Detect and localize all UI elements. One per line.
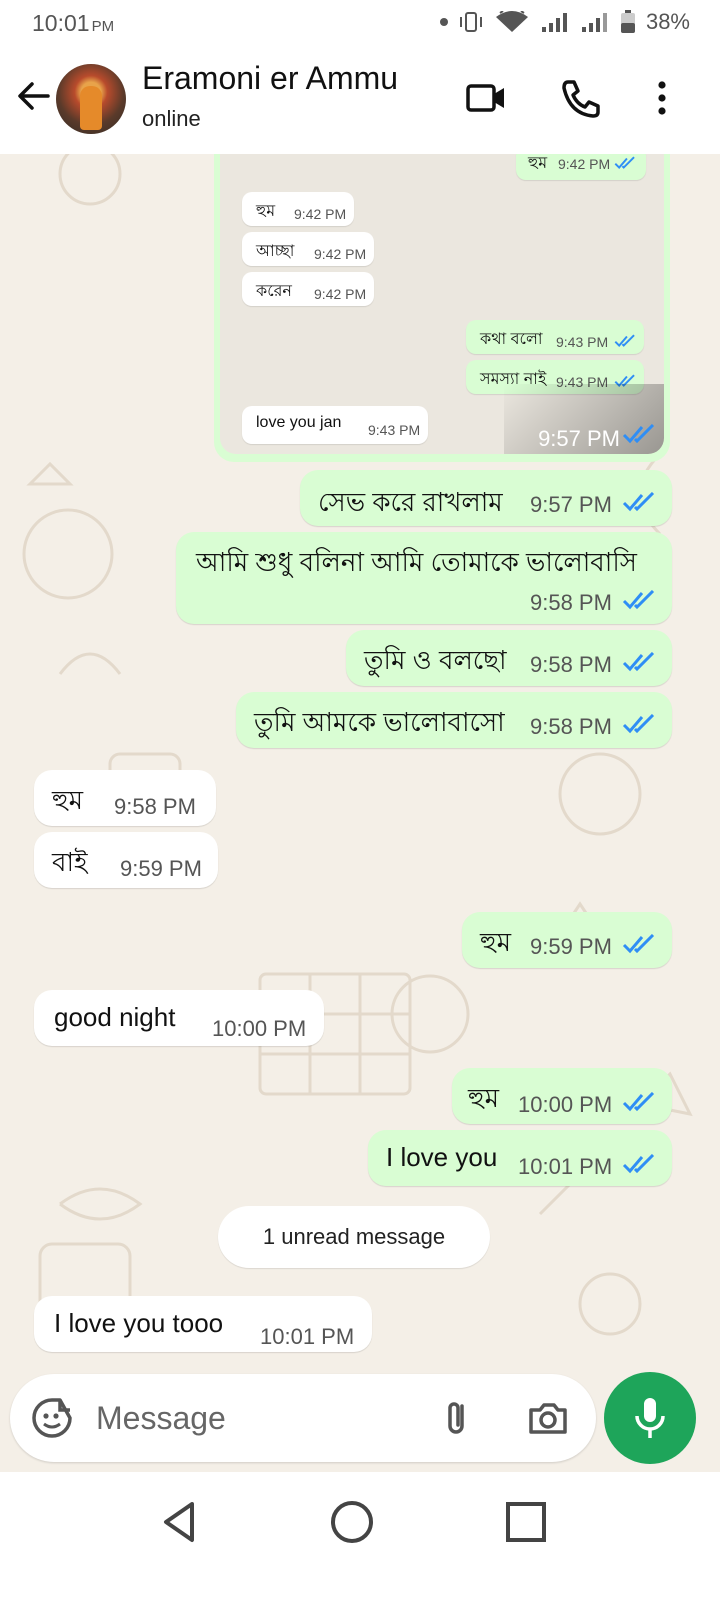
message-time: 9:57 PM <box>530 492 612 517</box>
message-bubble-outgoing[interactable]: সেভ করে রাখলাম 9:57 PM <box>300 470 672 526</box>
battery-icon <box>620 10 635 33</box>
mini-message: আচ্ছা 9:42 PM <box>242 232 374 266</box>
message-time: 9:58 PM <box>530 714 612 739</box>
read-tick-icon <box>622 934 655 954</box>
message-text: হুম <box>52 785 84 815</box>
message-text: আমি শুধু বলিনা আমি তোমাকে ভালোবাসি <box>196 547 637 577</box>
chat-header: Eramoni er Ammu online <box>0 46 720 154</box>
mini-message: কথা বলো 9:43 PM <box>466 320 644 354</box>
message-text: সেভ করে রাখলাম <box>318 487 503 517</box>
message-bubble-incoming[interactable]: I love you tooo 10:01 PM <box>34 1296 372 1352</box>
read-tick-icon <box>622 714 655 734</box>
message-bubble-outgoing[interactable]: তুমি ও বলছো 9:58 PM <box>346 630 672 686</box>
unread-messages-divider: 1 unread message <box>218 1206 490 1268</box>
message-bubble-outgoing[interactable]: আমি শুধু বলিনা আমি তোমাকে ভালোবাসি 9:58 … <box>176 532 672 624</box>
message-bubble-outgoing[interactable]: তুমি আমকে ভালোবাসো 9:58 PM <box>236 692 672 748</box>
chat-area[interactable]: হুম 9:42 PM হুম 9:42 PM আচ্ছা 9:42 PM কর… <box>0 154 720 1472</box>
message-input[interactable]: Message <box>96 1400 226 1437</box>
read-tick-icon <box>614 334 635 347</box>
read-tick-icon <box>622 652 655 672</box>
attach-icon[interactable] <box>434 1396 478 1440</box>
message-time: 10:00 PM <box>518 1092 613 1117</box>
status-bar: 10:01 PM 38% <box>0 0 720 46</box>
message-time: 10:00 PM <box>212 1016 307 1041</box>
signal-1-icon <box>541 13 567 32</box>
avatar[interactable] <box>56 64 126 134</box>
message-time: 9:59 PM <box>530 934 612 959</box>
mini-message: করেন 9:42 PM <box>242 272 374 306</box>
system-nav-bar <box>0 1472 720 1600</box>
read-tick-icon <box>622 424 655 444</box>
read-tick-icon <box>614 156 635 169</box>
video-call-icon[interactable] <box>464 76 508 120</box>
read-tick-icon <box>622 492 655 512</box>
camera-icon[interactable] <box>526 1396 570 1440</box>
message-time: 9:58 PM <box>114 794 196 819</box>
screenshot-content: হুম 9:42 PM হুম 9:42 PM আচ্ছা 9:42 PM কর… <box>220 154 664 454</box>
notification-dot-icon <box>439 18 448 26</box>
nav-back-icon[interactable] <box>152 1494 208 1550</box>
mini-message: হুম 9:42 PM <box>242 192 354 226</box>
sticker-icon[interactable] <box>30 1396 74 1440</box>
vibrate-icon <box>459 12 482 32</box>
nav-home-icon[interactable] <box>324 1494 380 1550</box>
battery-percent: 38% <box>645 9 690 34</box>
status-time: 10:01 PM <box>32 10 115 36</box>
message-bubble-outgoing[interactable]: I love you 10:01 PM <box>368 1130 672 1186</box>
message-time: 9:58 PM <box>530 652 612 677</box>
screenshot-sent-time: 9:57 PM <box>538 426 620 451</box>
message-time: 10:01 PM <box>518 1154 613 1179</box>
unread-label: 1 unread message <box>262 1224 446 1249</box>
message-bubble-incoming[interactable]: হুম 9:58 PM <box>34 770 216 826</box>
message-time: 9:58 PM <box>530 590 612 615</box>
contact-name[interactable]: Eramoni er Ammu <box>142 60 398 97</box>
presence-status: online <box>142 106 201 131</box>
message-text: good night <box>54 1002 176 1032</box>
read-tick-icon <box>622 590 655 610</box>
message-bubble-incoming[interactable]: বাই 9:59 PM <box>34 832 218 888</box>
forwarded-screenshot[interactable]: হুম 9:42 PM হুম 9:42 PM আচ্ছা 9:42 PM কর… <box>214 154 670 462</box>
signal-2-icon <box>581 13 607 32</box>
message-bubble-outgoing[interactable]: হুম 9:59 PM <box>462 912 672 968</box>
message-text: তুমি আমকে ভালোবাসো <box>254 707 505 737</box>
message-bubble-incoming[interactable]: good night 10:00 PM <box>34 990 324 1046</box>
phone-icon[interactable] <box>558 76 602 120</box>
read-tick-icon <box>622 1092 655 1112</box>
more-vert-icon[interactable] <box>640 76 684 120</box>
message-text: I love you tooo <box>54 1308 224 1338</box>
mic-icon <box>635 1398 665 1438</box>
message-time: 9:59 PM <box>120 856 202 881</box>
message-composer: Message <box>10 1374 596 1462</box>
back-arrow-icon[interactable] <box>14 76 54 116</box>
mini-message: love you jan 9:43 PM <box>242 406 428 444</box>
wifi-icon <box>495 11 528 32</box>
voice-record-button[interactable] <box>604 1372 696 1464</box>
message-time: 10:01 PM <box>260 1324 355 1349</box>
mini-message: হুম 9:42 PM <box>516 154 646 180</box>
read-tick-icon <box>622 1154 655 1174</box>
nav-recents-icon[interactable] <box>498 1494 554 1550</box>
message-text: বাই <box>52 847 88 877</box>
message-text: হুম <box>468 1083 500 1113</box>
message-text: I love you <box>386 1142 498 1172</box>
message-text: তুমি ও বলছো <box>364 645 507 675</box>
message-bubble-outgoing[interactable]: হুম 10:00 PM <box>452 1068 672 1124</box>
status-icons: 38% <box>439 9 690 35</box>
message-text: হুম <box>480 927 512 957</box>
